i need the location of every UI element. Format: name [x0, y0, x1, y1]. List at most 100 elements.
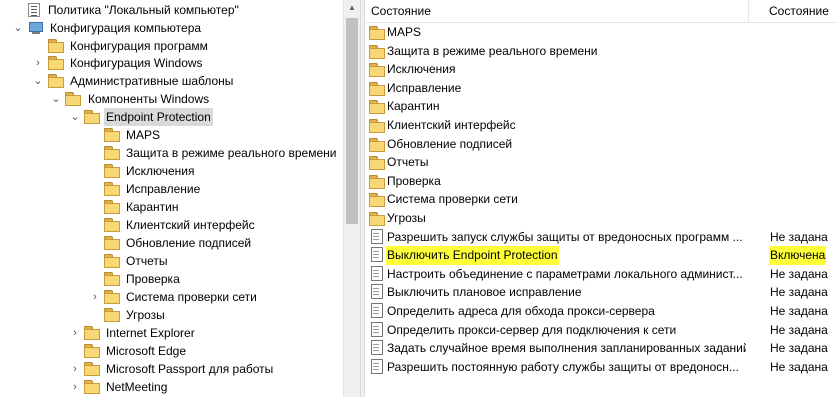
- folder-icon: [84, 344, 100, 358]
- list-item-folder[interactable]: Клиентский интерфейс: [365, 116, 837, 135]
- list-item-setting[interactable]: Задать случайное время выполнения заплан…: [365, 339, 837, 358]
- policy-setting-icon: [369, 303, 383, 319]
- collapse-chevron-icon[interactable]: ⌄: [51, 90, 61, 108]
- list-item-name: Определить адреса для обхода прокси-серв…: [387, 304, 655, 318]
- tree-item[interactable]: Конфигурация программ: [0, 37, 343, 55]
- scrollbar-thumb[interactable]: [346, 18, 358, 224]
- folder-icon: [104, 146, 120, 160]
- list-item-state: Не задана: [770, 322, 828, 337]
- list-item-setting[interactable]: Выключить Endpoint Protection Включена: [365, 246, 837, 266]
- tree-item[interactable]: › Microsoft Passport для работы: [0, 360, 343, 378]
- tree-item[interactable]: › Система проверки сети: [0, 288, 343, 306]
- list-item-folder[interactable]: Отчеты: [365, 153, 837, 172]
- tree-item[interactable]: Исключения: [0, 162, 343, 180]
- tree-item-label: Клиентский интерфейс: [126, 218, 255, 232]
- folder-icon: [104, 254, 120, 268]
- tree-item[interactable]: › Internet Explorer: [0, 324, 343, 342]
- folder-icon: [369, 81, 385, 96]
- collapse-chevron-icon[interactable]: ⌄: [13, 19, 23, 37]
- tree-item[interactable]: ⌄ Компоненты Windows: [0, 90, 343, 108]
- list-item-folder[interactable]: Карантин: [365, 97, 837, 116]
- policy-setting-icon: [369, 321, 383, 338]
- tree-item[interactable]: ⌄ Административные шаблоны: [0, 72, 343, 90]
- tree-item[interactable]: Обновление подписей: [0, 234, 343, 252]
- tree-item-label: Административные шаблоны: [70, 74, 234, 88]
- folder-icon: [84, 380, 100, 394]
- list-item-name: Выключить Endpoint Protection: [386, 246, 559, 266]
- scroll-up-arrow-icon[interactable]: ▲: [344, 0, 360, 16]
- column-divider[interactable]: [748, 0, 749, 22]
- list-item-name: Разрешить запуск службы защиты от вредон…: [387, 229, 743, 244]
- tree-item[interactable]: Проверка: [0, 270, 343, 288]
- tree-item[interactable]: Защита в режиме реального времени: [0, 144, 343, 162]
- list-item-folder[interactable]: Система проверки сети: [365, 190, 837, 209]
- folder-icon: [104, 182, 120, 196]
- tree-item[interactable]: ⌄ Endpoint Protection: [0, 108, 343, 126]
- column-header-state[interactable]: Состояние: [769, 0, 829, 22]
- list-item-folder[interactable]: Исключения: [365, 60, 837, 79]
- policy-setting-icon: [369, 265, 383, 282]
- folder-icon: [104, 218, 120, 232]
- list-item-folder[interactable]: Угрозы: [365, 209, 837, 228]
- tree-scrollbar[interactable]: ▲: [343, 0, 360, 397]
- folder-icon: [369, 193, 385, 208]
- tree-item-label: Политика "Локальный компьютер": [48, 3, 239, 17]
- tree-item[interactable]: Microsoft Edge: [0, 342, 343, 360]
- expand-chevron-icon[interactable]: ›: [33, 54, 43, 72]
- folder-icon: [369, 100, 385, 115]
- list-item-state: Не задана: [770, 359, 828, 374]
- tree-item-label: Endpoint Protection: [104, 108, 213, 126]
- tree-item[interactable]: MAPS: [0, 126, 343, 144]
- tree-item-label: Microsoft Edge: [106, 344, 187, 358]
- list-item-setting[interactable]: Выключить плановое исправление Не задана: [365, 283, 837, 302]
- expand-chevron-icon[interactable]: ›: [90, 288, 100, 306]
- computer-icon: [28, 21, 44, 35]
- list-item-setting[interactable]: Определить прокси-сервер для подключения…: [365, 321, 837, 340]
- folder-icon: [369, 44, 385, 59]
- list-item-setting[interactable]: Разрешить запуск службы защиты от вредон…: [365, 228, 837, 247]
- expand-chevron-icon[interactable]: ›: [70, 378, 80, 396]
- tree-item-label: Карантин: [126, 200, 179, 214]
- tree-item[interactable]: Угрозы: [0, 306, 343, 324]
- tree-item-label: NetMeeting: [106, 380, 168, 394]
- tree-item[interactable]: ⌄ Конфигурация компьютера: [0, 19, 343, 37]
- list-item-setting[interactable]: Разрешить постоянную работу службы защит…: [365, 358, 837, 377]
- policy-setting-icon: [369, 358, 383, 375]
- tree-item[interactable]: Политика "Локальный компьютер": [0, 1, 343, 19]
- list-item-folder[interactable]: Обновление подписей: [365, 135, 837, 154]
- collapse-chevron-icon[interactable]: ⌄: [70, 108, 80, 126]
- list-item-name: Задать случайное время выполнения заплан…: [387, 341, 746, 356]
- list-item-folder[interactable]: Исправление: [365, 79, 837, 98]
- list-item-name: Обновление подписей: [387, 136, 513, 151]
- tree-item[interactable]: › Конфигурация Windows: [0, 54, 343, 72]
- folder-icon: [369, 119, 385, 133]
- list-item-state: Не задана: [770, 285, 828, 300]
- policy-setting-icon: [369, 340, 383, 356]
- details-list: Состояние Состояние MAPS Защита в режиме …: [365, 0, 837, 397]
- expand-chevron-icon[interactable]: ›: [70, 324, 80, 342]
- folder-icon: [104, 272, 120, 286]
- list-item-folder[interactable]: Проверка: [365, 172, 837, 191]
- folder-icon: [48, 74, 64, 88]
- list-item-setting[interactable]: Настроить объединение с параметрами лока…: [365, 265, 837, 284]
- policy-setting-icon: [369, 284, 383, 300]
- tree-item[interactable]: Исправление: [0, 180, 343, 198]
- expand-chevron-icon[interactable]: ›: [70, 360, 80, 378]
- tree-item[interactable]: Отчеты: [0, 252, 343, 270]
- tree-item[interactable]: › NetMeeting: [0, 378, 343, 396]
- tree-item-label: Конфигурация компьютера: [50, 21, 202, 35]
- tree-item-label: Конфигурация Windows: [70, 56, 203, 70]
- list-item-folder[interactable]: MAPS: [365, 23, 837, 42]
- folder-icon: [369, 174, 385, 189]
- tree-item-label: Защита в режиме реального времени: [126, 146, 337, 160]
- list-item-state: Не задана: [770, 229, 828, 244]
- tree-item[interactable]: Карантин: [0, 198, 343, 216]
- list-item-setting[interactable]: Определить адреса для обхода прокси-серв…: [365, 302, 837, 321]
- collapse-chevron-icon[interactable]: ⌄: [33, 72, 43, 90]
- tree-item-label: Конфигурация программ: [70, 39, 208, 53]
- list-item-folder[interactable]: Защита в режиме реального времени: [365, 42, 837, 61]
- tree-item[interactable]: Клиентский интерфейс: [0, 216, 343, 234]
- tree-item-label: MAPS: [126, 128, 161, 142]
- column-header-name[interactable]: Состояние: [371, 0, 431, 22]
- tree-item-label: Угрозы: [126, 308, 165, 322]
